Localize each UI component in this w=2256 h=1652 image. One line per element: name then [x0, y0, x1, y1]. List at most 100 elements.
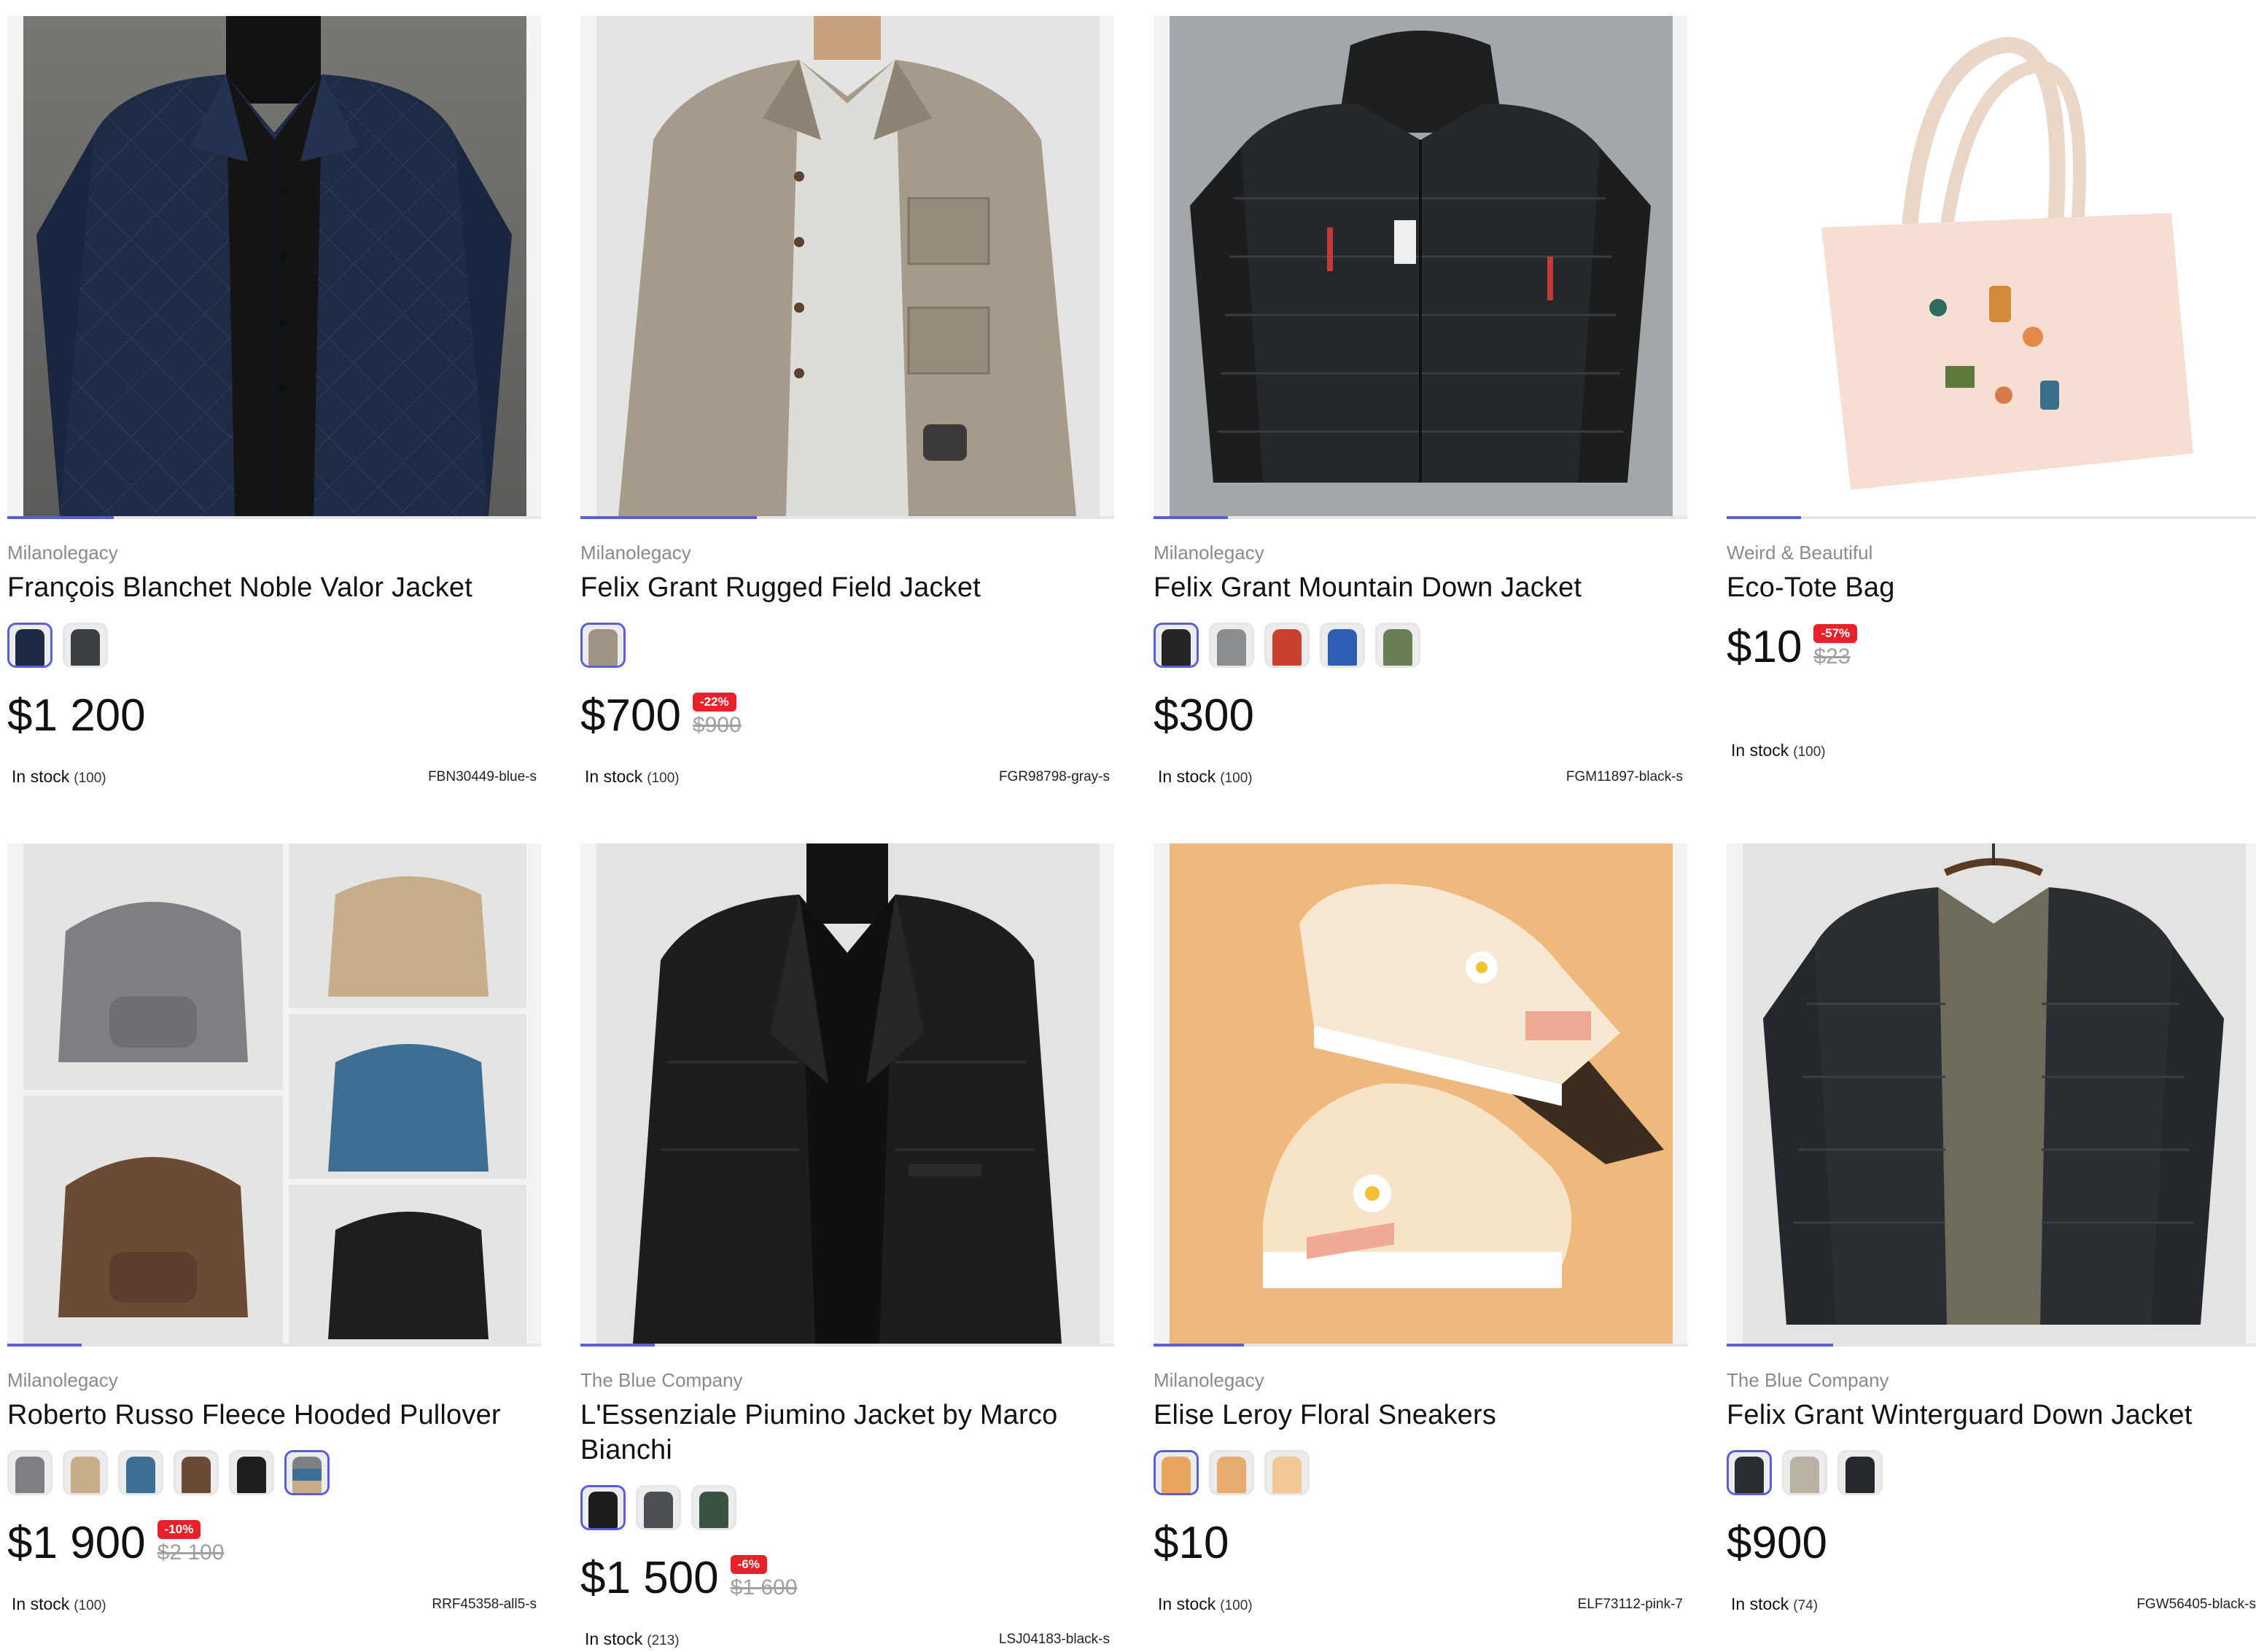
- swatch-black-down-jacket[interactable]: [1154, 623, 1199, 668]
- swatch-orange-sneakers[interactable]: [1209, 1450, 1254, 1495]
- product-image[interactable]: [1727, 16, 2256, 516]
- discount-badge: -22%: [692, 693, 736, 712]
- color-swatches: [1727, 1450, 2256, 1503]
- swatch-charcoal-jacket[interactable]: [63, 623, 108, 668]
- stock-row: In stock (100) RRF45358-all5-s: [7, 1594, 541, 1614]
- swatch-pink-sneakers[interactable]: [1154, 1450, 1199, 1495]
- product-brand[interactable]: Milanolegacy: [1154, 1368, 1687, 1392]
- image-progress-fill: [1154, 516, 1229, 519]
- swatch-green-down-jacket[interactable]: [1375, 623, 1420, 668]
- color-swatches: [580, 1485, 1114, 1538]
- swatch-charcoal-blazer[interactable]: [636, 1485, 681, 1530]
- product-image[interactable]: [1154, 843, 1687, 1344]
- product-sku: FGR98798-gray-s: [998, 768, 1110, 784]
- stock-row: In stock (100): [1727, 741, 2256, 760]
- swatch-black-blazer[interactable]: [580, 1485, 626, 1530]
- stock-count: (100): [74, 1598, 106, 1613]
- swatch-gray-jacket[interactable]: [580, 623, 626, 668]
- product-image[interactable]: [7, 16, 541, 516]
- product-image[interactable]: [580, 843, 1114, 1344]
- product-image[interactable]: [1727, 843, 2256, 1344]
- product-card[interactable]: The Blue Company L'Essenziale Piumino Ja…: [580, 843, 1114, 1649]
- product-brand[interactable]: The Blue Company: [580, 1368, 1114, 1392]
- product-sku: RRF45358-all5-s: [432, 1596, 537, 1612]
- old-price: $23: [1813, 644, 1851, 669]
- product-image[interactable]: [7, 843, 541, 1344]
- swatch-blue-hoodie[interactable]: [118, 1450, 163, 1495]
- product-price: $700: [580, 690, 681, 741]
- stock-count: (100): [1220, 1598, 1253, 1613]
- swatch-blue-down-jacket[interactable]: [1320, 623, 1365, 668]
- product-card[interactable]: Milanolegacy Felix Grant Rugged Field Ja…: [580, 16, 1114, 787]
- swatch-white-sneakers[interactable]: [1264, 1450, 1310, 1495]
- hoodie-collage-image: [7, 843, 541, 1344]
- swatch-dark-down-jacket[interactable]: [1837, 1450, 1883, 1495]
- product-brand[interactable]: Weird & Beautiful: [1727, 541, 2256, 564]
- discount-block: -6% $1 600: [730, 1555, 798, 1600]
- swatch-beige-hoodie[interactable]: [63, 1450, 108, 1495]
- product-card[interactable]: Milanolegacy François Blanchet Noble Val…: [7, 16, 541, 787]
- swatch-red-down-jacket[interactable]: [1264, 623, 1310, 668]
- product-title[interactable]: Eco-Tote Bag: [1727, 570, 2256, 605]
- down-jacket-image: [1154, 16, 1687, 516]
- swatch-gray-hoodie[interactable]: [7, 1450, 52, 1495]
- stock-row: In stock (74) FGW56405-black-s: [1727, 1594, 2256, 1614]
- swatch-navy-jacket[interactable]: [7, 623, 52, 668]
- product-brand[interactable]: Milanolegacy: [580, 541, 1114, 564]
- swatch-brown-hoodie[interactable]: [174, 1450, 219, 1495]
- image-progress-fill: [580, 516, 757, 519]
- field-jacket-image: [580, 16, 1114, 516]
- swatch-black-down-jacket[interactable]: [1727, 1450, 1772, 1495]
- product-brand[interactable]: Milanolegacy: [7, 541, 541, 564]
- stock-status: In stock: [585, 1629, 643, 1648]
- price-row: $10: [1154, 1517, 1687, 1583]
- swatch-black-hoodie[interactable]: [229, 1450, 274, 1495]
- product-title[interactable]: François Blanchet Noble Valor Jacket: [7, 570, 541, 605]
- color-swatches: [1154, 1450, 1687, 1503]
- stock-row: In stock (100) FGR98798-gray-s: [580, 767, 1114, 787]
- image-progress-bar: [7, 516, 541, 519]
- product-card[interactable]: Milanolegacy Roberto Russo Fleece Hooded…: [7, 843, 541, 1649]
- product-brand[interactable]: The Blue Company: [1727, 1368, 2256, 1392]
- product-image[interactable]: [580, 16, 1114, 516]
- product-card[interactable]: Weird & Beautiful Eco-Tote Bag $10 -57% …: [1727, 16, 2256, 787]
- stock-status: In stock: [1158, 767, 1216, 786]
- swatch-green-blazer[interactable]: [691, 1485, 736, 1530]
- floral-sneakers-image: [1154, 843, 1687, 1344]
- product-image[interactable]: [1154, 16, 1687, 516]
- swatch-all-colors-hoodie[interactable]: [284, 1450, 330, 1495]
- product-title[interactable]: L'Essenziale Piumino Jacket by Marco Bia…: [580, 1398, 1114, 1468]
- price-row: $1 900 -10% $2 100: [7, 1517, 541, 1583]
- price-row: $900: [1727, 1517, 2256, 1583]
- image-progress-fill: [7, 516, 114, 519]
- image-progress-bar: [1154, 516, 1687, 519]
- stock-count: (100): [647, 771, 680, 786]
- product-brand[interactable]: Milanolegacy: [7, 1368, 541, 1392]
- swatch-khaki-down-jacket[interactable]: [1782, 1450, 1827, 1495]
- black-blazer-jacket-image: [580, 843, 1114, 1344]
- product-brand[interactable]: Milanolegacy: [1154, 541, 1687, 564]
- price-row: $1 500 -6% $1 600: [580, 1552, 1114, 1618]
- product-title[interactable]: Felix Grant Rugged Field Jacket: [580, 570, 1114, 605]
- stock-row: In stock (100) FGM11897-black-s: [1154, 767, 1687, 787]
- product-price: $1 200: [7, 690, 146, 741]
- image-progress-bar: [580, 516, 1114, 519]
- navy-quilted-jacket-image: [7, 16, 541, 516]
- product-title[interactable]: Felix Grant Mountain Down Jacket: [1154, 570, 1687, 605]
- image-progress-bar: [7, 1344, 541, 1347]
- price-row: $10 -57% $23: [1727, 621, 2256, 687]
- stock-row: In stock (100) ELF73112-pink-7: [1154, 1594, 1687, 1614]
- product-price: $10: [1727, 622, 1802, 672]
- old-price: $900: [692, 713, 742, 737]
- product-title[interactable]: Roberto Russo Fleece Hooded Pullover: [7, 1398, 541, 1433]
- product-title[interactable]: Felix Grant Winterguard Down Jacket: [1727, 1398, 2256, 1433]
- price-row: $300: [1154, 690, 1687, 755]
- swatch-gray-down-jacket[interactable]: [1209, 623, 1254, 668]
- product-card[interactable]: Milanolegacy Felix Grant Mountain Down J…: [1154, 16, 1687, 787]
- discount-badge: -6%: [730, 1555, 767, 1574]
- product-sku: FBN30449-blue-s: [428, 768, 537, 784]
- old-price: $1 600: [730, 1575, 798, 1600]
- product-card[interactable]: The Blue Company Felix Grant Winterguard…: [1727, 843, 2256, 1649]
- product-card[interactable]: Milanolegacy Elise Leroy Floral Sneakers…: [1154, 843, 1687, 1649]
- product-title[interactable]: Elise Leroy Floral Sneakers: [1154, 1398, 1687, 1433]
